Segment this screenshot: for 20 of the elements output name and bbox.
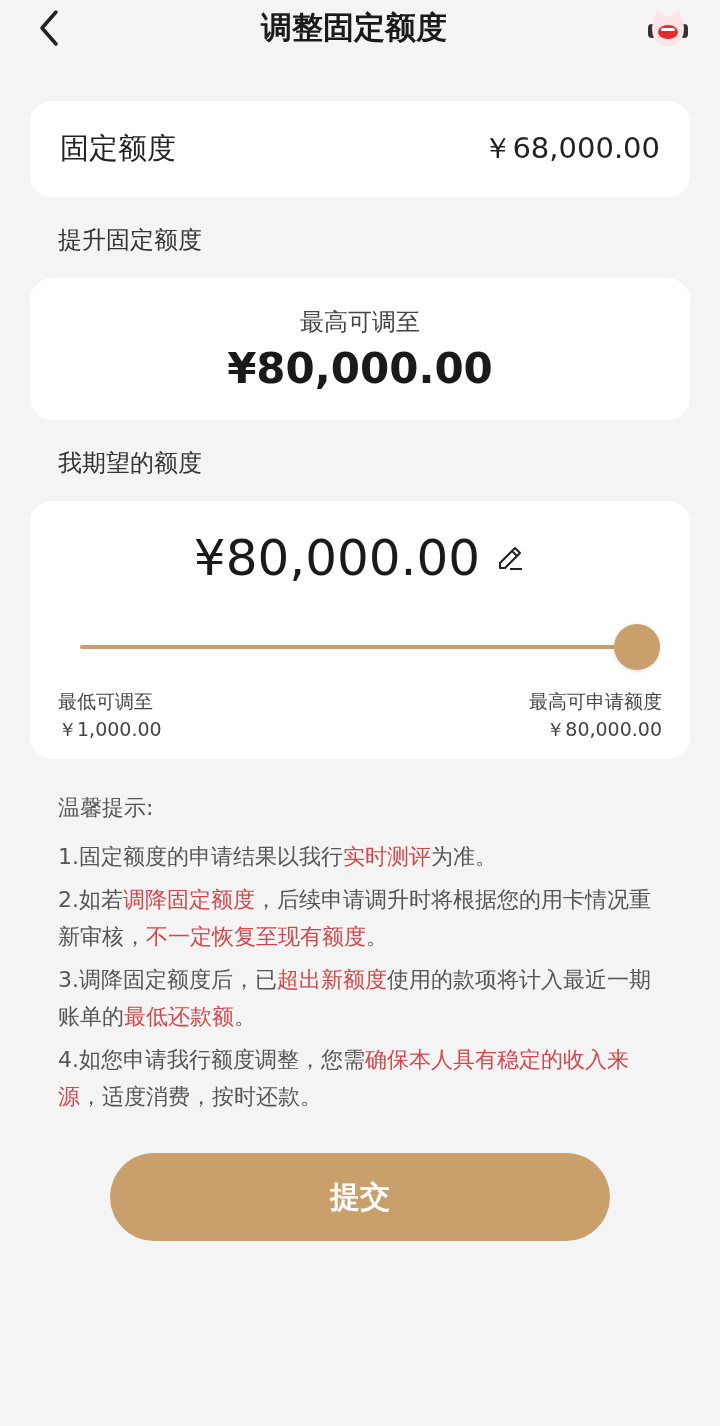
min-value: ￥1,000.00 <box>58 717 162 742</box>
tip-text: 4.如您申请我行额度调整，您需确保本人具有稳定的收入来源，适度消费，按时还款。 <box>58 1046 630 1111</box>
max-amount: ¥80,000.00 <box>227 343 493 393</box>
max-label: 最高可申请额度 <box>529 689 662 714</box>
tips-title: 温馨提示: <box>58 794 155 822</box>
section-title: 我期望的额度 <box>57 448 203 479</box>
tip-text: 2.如若调降固定额度，后续申请调升时将根据您的用卡情况重新审核，不一定恢复至现有额度。 <box>58 886 652 951</box>
fixed-limit-value: ￥68,000.00 <box>483 130 660 167</box>
limit-slider[interactable] <box>80 623 662 671</box>
tip-text: 1.固定额度的申请结果以我行实时测评为准。 <box>58 843 498 871</box>
slider-thumb[interactable] <box>614 624 660 670</box>
section-title: 提升固定额度 <box>57 225 203 256</box>
page-title: 调整固定额度 <box>261 8 447 47</box>
tip-text: 3.调降固定额度后，已超出新额度使用的款项将计入最近一期账单的最低还款额。 <box>58 966 652 1031</box>
max-caption: 最高可调至 <box>300 306 420 338</box>
fixed-limit-label: 固定额度 <box>60 130 176 167</box>
desired-amount: ¥80,000.00 <box>193 529 481 587</box>
min-label: 最低可调至 <box>58 689 154 714</box>
max-value: ￥80,000.00 <box>546 717 662 742</box>
submit-button[interactable]: 提交 <box>110 1153 610 1241</box>
